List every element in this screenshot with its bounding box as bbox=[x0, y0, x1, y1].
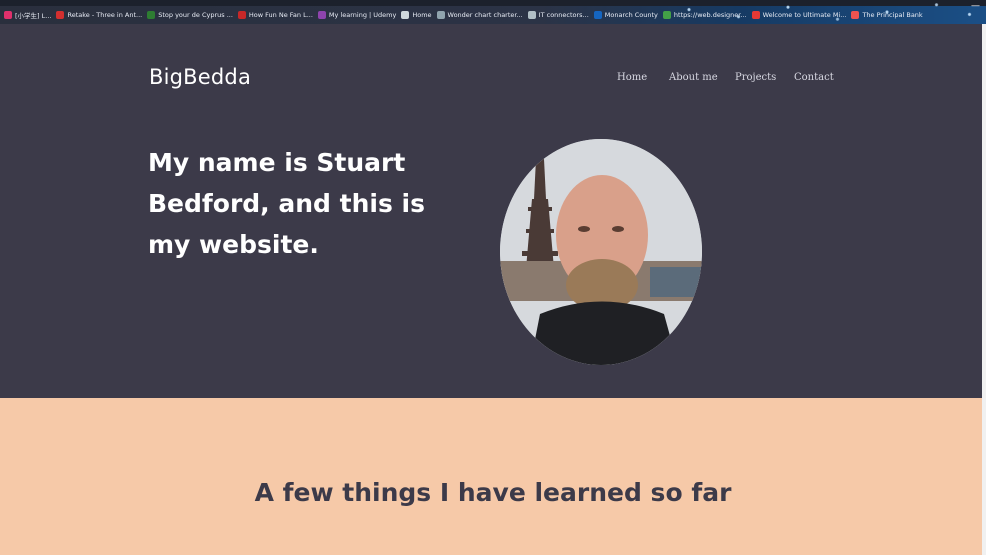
bookmark-label: How Fun Ne Fan L... bbox=[248, 11, 313, 19]
bookmark-favicon-icon bbox=[401, 11, 410, 19]
site-brand-logo[interactable]: BigBedda bbox=[149, 65, 251, 89]
bookmark-item[interactable]: How Fun Ne Fan L... bbox=[237, 10, 313, 20]
bookmark-favicon-icon bbox=[436, 11, 445, 19]
page-scrollbar[interactable] bbox=[982, 24, 986, 555]
bookmark-item[interactable]: Retake - Three in Ant... bbox=[56, 10, 142, 20]
main-nav: Home About me Projects Contact bbox=[617, 72, 834, 83]
bookmark-item[interactable]: IT connectors... bbox=[527, 10, 589, 20]
nav-link-home[interactable]: Home bbox=[617, 72, 669, 83]
bookmark-list: [小学生] L... Retake - Three in Ant... Stop y… bbox=[4, 10, 923, 20]
bookmark-favicon-icon bbox=[662, 11, 671, 19]
bookmark-label: Welcome to Ultimate Mi... bbox=[762, 11, 847, 19]
left-eye bbox=[578, 226, 590, 232]
bookmark-label: [小学生] L... bbox=[15, 12, 52, 20]
bookmark-label: Retake - Three in Ant... bbox=[67, 11, 143, 19]
bookmark-favicon-icon bbox=[527, 11, 536, 19]
section-title: A few things I have learned so far bbox=[254, 478, 732, 507]
bookmarks-bar: [小学生] L... Retake - Three in Ant... Stop y… bbox=[0, 0, 986, 24]
bookmark-favicon-icon bbox=[56, 11, 65, 19]
bookmark-label: Home bbox=[412, 11, 432, 19]
jacket bbox=[530, 301, 678, 365]
bookmark-label: Monarch County bbox=[604, 11, 658, 19]
profile-photo-illustration bbox=[500, 139, 702, 365]
bookmark-favicon-icon bbox=[147, 11, 156, 19]
nav-link-about[interactable]: About me bbox=[669, 72, 735, 83]
bookmark-label: My learning | Udemy bbox=[328, 11, 397, 19]
bookmark-item[interactable]: Welcome to Ultimate Mi... bbox=[751, 10, 847, 20]
bookmark-item[interactable]: Wonder chart charter... bbox=[436, 10, 523, 20]
bookmark-label: Wonder chart charter... bbox=[447, 11, 523, 19]
bookmark-item[interactable]: https://web.designer... bbox=[662, 10, 747, 20]
bookmark-favicon-icon bbox=[237, 11, 246, 19]
bookmark-favicon-icon bbox=[317, 11, 326, 19]
window-controls[interactable]: — bbox=[971, 1, 980, 11]
bookmark-item[interactable]: Stop your de Cyprus ... bbox=[147, 10, 233, 20]
minimize-icon[interactable]: — bbox=[971, 1, 980, 11]
profile-photo bbox=[500, 139, 702, 365]
bookmark-favicon-icon bbox=[751, 11, 760, 19]
bookmark-item[interactable]: [小学生] L... bbox=[4, 10, 51, 20]
hero-headline: My name is Stuart Bedford, and this is m… bbox=[148, 148, 426, 259]
bookmark-favicon-icon bbox=[851, 11, 860, 19]
hero-section: BigBedda Home About me Projects Contact … bbox=[0, 24, 986, 398]
nav-link-projects[interactable]: Projects bbox=[735, 72, 794, 83]
learned-section: A few things I have learned so far bbox=[0, 398, 986, 555]
bookmark-label: The Principal Bank bbox=[862, 11, 923, 19]
bookmark-item[interactable]: The Principal Bank bbox=[851, 10, 923, 20]
photo-building-right bbox=[650, 267, 702, 297]
bookmark-item[interactable]: Home bbox=[401, 10, 432, 20]
bookmark-label: IT connectors... bbox=[538, 11, 589, 19]
bookmark-label: Stop your de Cyprus ... bbox=[158, 11, 233, 19]
nav-link-contact[interactable]: Contact bbox=[794, 72, 834, 83]
right-eye bbox=[612, 226, 624, 232]
bookmark-item[interactable]: My learning | Udemy bbox=[317, 10, 397, 20]
bookmark-favicon-icon bbox=[593, 11, 602, 19]
bookmark-item[interactable]: Monarch County bbox=[593, 10, 658, 20]
bookmark-label: https://web.designer... bbox=[673, 11, 747, 19]
bookmark-favicon-icon bbox=[4, 11, 12, 19]
